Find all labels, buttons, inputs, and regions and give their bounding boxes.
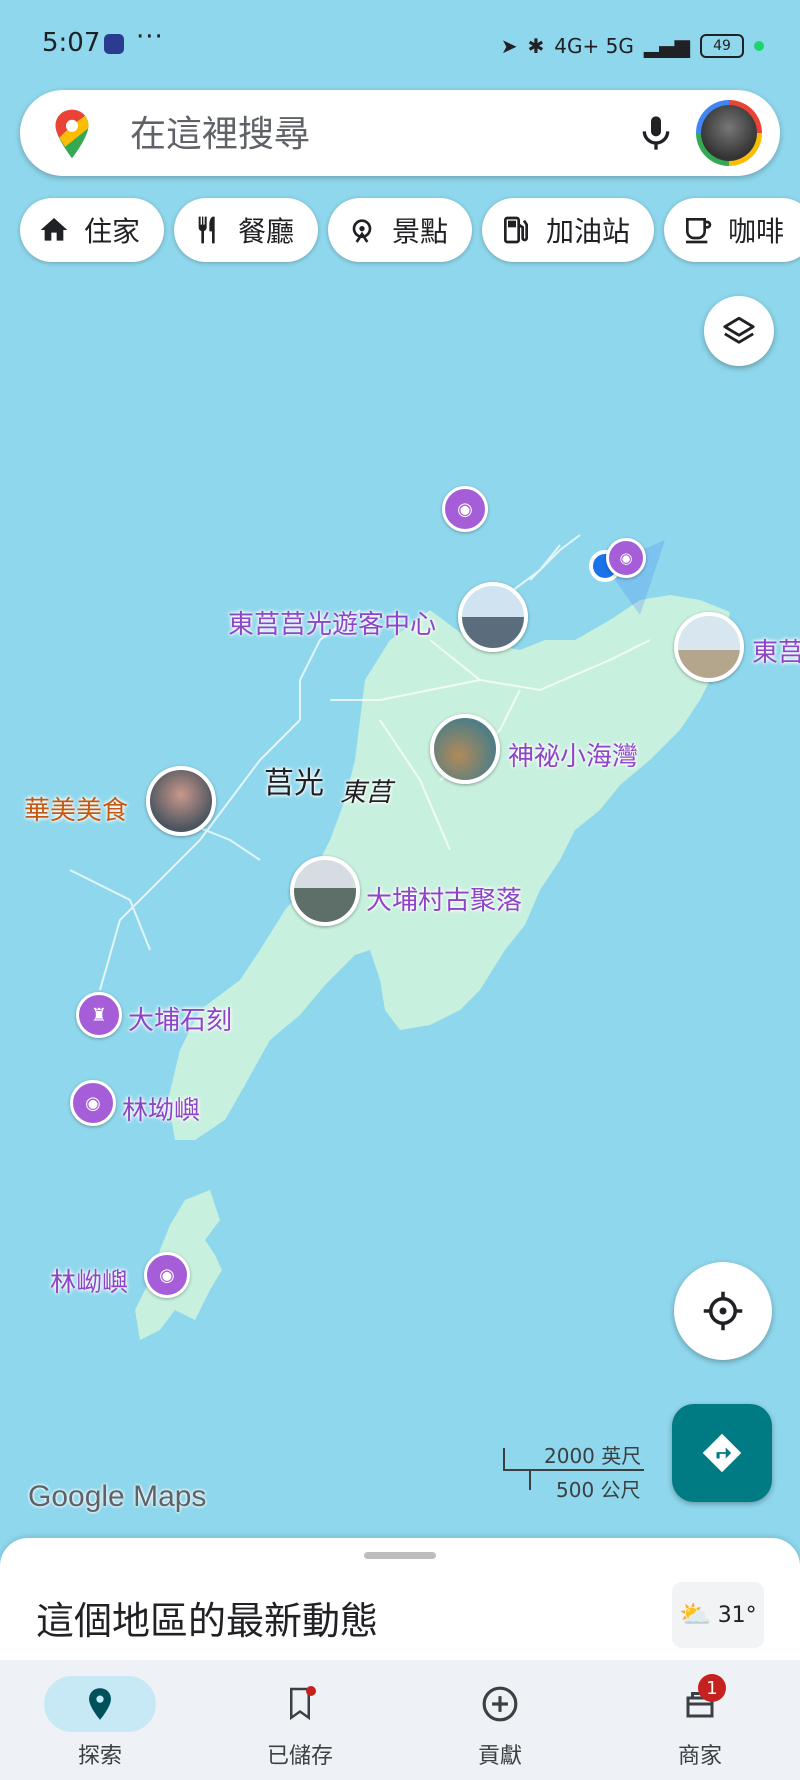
account-avatar[interactable]	[696, 100, 762, 166]
google-maps-logo: Google Maps	[28, 1480, 207, 1513]
monument-icon: ♜	[90, 1004, 108, 1026]
tab-label: 探索	[77, 1744, 122, 1769]
privacy-indicator-icon	[754, 41, 764, 51]
chip-label: 住家	[84, 215, 141, 248]
partly-sunny-icon: ⛅	[679, 1600, 712, 1630]
chip-attractions[interactable]: 景點	[328, 198, 472, 262]
battery-icon: 49	[700, 34, 744, 58]
scale-metric: 500 公尺	[556, 1478, 641, 1502]
status-bar: 5:07 ··· ➤ ✱ 4G+ 5G ▂▄▆ 49	[0, 0, 800, 90]
weather-app-icon	[104, 34, 124, 54]
more-notifications-icon: ···	[136, 22, 164, 52]
sheet-title: 這個地區的最新動態	[36, 1599, 379, 1643]
tab-label: 商家	[677, 1744, 722, 1769]
photo-spot-pin[interactable]: ◉	[70, 1080, 116, 1126]
crosshair-icon	[703, 1291, 743, 1331]
tab-icon-container	[244, 1676, 356, 1732]
sheet-drag-handle[interactable]	[364, 1552, 436, 1559]
tab-label: 已儲存	[266, 1744, 333, 1769]
visitor-center-photo[interactable]	[458, 582, 528, 652]
chip-label: 加油站	[546, 215, 631, 248]
gas-station-icon	[504, 216, 528, 244]
town-label: 東莒	[340, 778, 393, 808]
layers-icon	[723, 316, 755, 344]
network-text: 4G+ 5G	[554, 34, 634, 58]
tab-icon-container	[444, 1676, 556, 1732]
map-scale: 2000 英尺 500 公尺	[500, 1440, 650, 1502]
directions-button[interactable]	[672, 1404, 772, 1502]
camera-icon: ◉	[457, 498, 473, 520]
restaurant-photo[interactable]	[146, 766, 216, 836]
temperature: 31°	[717, 1602, 757, 1628]
status-indicators: ➤ ✱ 4G+ 5G ▂▄▆ 49	[501, 26, 764, 66]
chip-gas-station[interactable]: 加油站	[482, 198, 654, 262]
microphone-icon[interactable]	[636, 112, 676, 154]
tab-label: 貢獻	[477, 1744, 522, 1769]
photo-spot-pin[interactable]: ◉	[144, 1252, 190, 1298]
place-label[interactable]: 東莒莒光遊客中心	[228, 604, 436, 641]
place-label[interactable]: 東莒	[752, 632, 800, 669]
tab-saved[interactable]: 已儲存	[200, 1660, 400, 1780]
secret-bay-photo[interactable]	[430, 714, 500, 784]
restaurant-icon	[198, 216, 215, 244]
add-circle-icon	[482, 1686, 518, 1722]
chip-restaurant[interactable]: 餐廳	[174, 198, 318, 262]
bottom-sheet[interactable]: 這個地區的最新動態 ⛅ 31°	[0, 1538, 800, 1662]
tab-business[interactable]: 1 商家	[600, 1660, 800, 1780]
photo-spot-pin[interactable]: ◉	[606, 538, 646, 578]
my-location-button[interactable]	[674, 1262, 772, 1360]
explore-pin-icon	[89, 1688, 111, 1720]
lighthouse-photo[interactable]	[674, 612, 744, 682]
tab-icon-container: 1	[644, 1674, 756, 1732]
place-label[interactable]: 華美美食	[24, 790, 128, 827]
tab-explore[interactable]: 探索	[0, 1660, 200, 1780]
tab-icon-container	[44, 1676, 156, 1732]
scale-imperial: 2000 英尺	[544, 1444, 642, 1468]
landmark-pin[interactable]: ♜	[76, 992, 122, 1038]
status-time: 5:07	[42, 28, 101, 58]
chip-label: 景點	[392, 215, 449, 248]
navigation-arrow-icon: ➤	[500, 34, 518, 58]
chip-coffee[interactable]: 咖啡	[664, 198, 800, 262]
home-icon	[40, 218, 68, 241]
notification-dot	[306, 1686, 316, 1696]
chip-label: 餐廳	[238, 215, 295, 248]
weather-chip[interactable]: ⛅ 31°	[672, 1582, 764, 1648]
search-bar[interactable]	[20, 90, 780, 176]
tab-contribute[interactable]: 貢獻	[400, 1660, 600, 1780]
place-label[interactable]: 大埔石刻	[128, 1000, 232, 1037]
place-label[interactable]: 林岰嶼	[50, 1262, 128, 1299]
camera-icon: ◉	[85, 1092, 101, 1114]
place-label[interactable]: 林坳嶼	[122, 1090, 200, 1127]
directions-icon	[702, 1433, 742, 1473]
dapu-village-photo[interactable]	[290, 856, 360, 926]
notification-badge: 1	[698, 1674, 726, 1702]
chip-label: 咖啡	[728, 215, 785, 248]
search-input[interactable]	[128, 108, 612, 160]
place-label[interactable]: 神祕小海灣	[508, 736, 638, 773]
place-label[interactable]: 大埔村古聚落	[366, 880, 522, 917]
google-maps-pin-icon	[55, 109, 89, 159]
attraction-icon	[352, 219, 372, 243]
camera-icon: ◉	[619, 549, 633, 567]
photo-spot-pin[interactable]: ◉	[442, 486, 488, 532]
coffee-icon	[686, 218, 712, 244]
town-label: 莒光	[264, 766, 324, 801]
bluetooth-icon: ✱	[527, 34, 545, 58]
chip-home[interactable]: 住家	[20, 198, 164, 262]
bottom-navigation: 探索 已儲存 貢獻 1 商家	[0, 1660, 800, 1780]
layers-button[interactable]	[704, 296, 774, 366]
camera-icon: ◉	[159, 1264, 175, 1286]
signal-icon: ▂▄▆	[643, 34, 690, 58]
